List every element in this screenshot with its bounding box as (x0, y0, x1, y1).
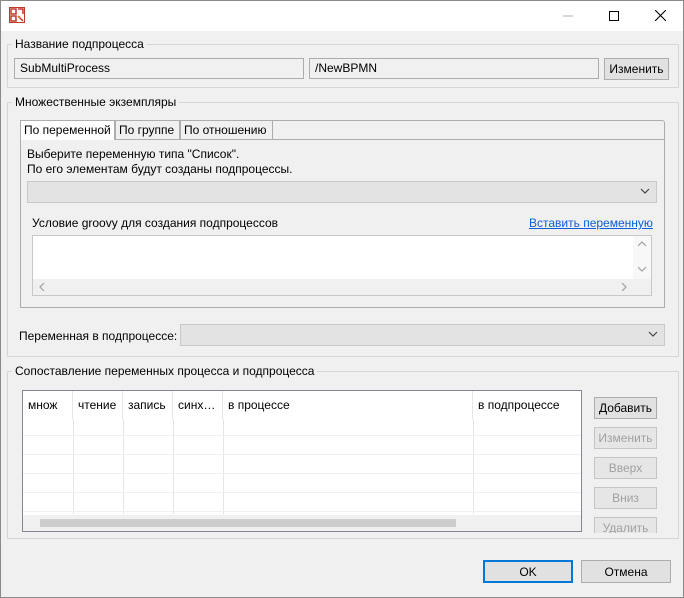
maximize-icon (609, 10, 619, 21)
column-header-in-process[interactable]: в процессе (223, 391, 473, 419)
column-header-write[interactable]: запись (123, 391, 173, 419)
column-divider (123, 419, 124, 514)
delete-mapping-button[interactable]: Удалить (594, 517, 657, 533)
vertical-scrollbar[interactable] (633, 236, 651, 279)
scroll-up-icon[interactable] (638, 241, 646, 247)
insert-variable-link[interactable]: Вставить переменную (529, 216, 653, 230)
change-subprocess-button[interactable]: Изменить (604, 58, 669, 80)
subprocess-name-title: Название подпроцесса (12, 37, 147, 51)
scroll-right-icon[interactable] (621, 283, 627, 291)
maximize-button[interactable] (591, 1, 637, 30)
column-divider (473, 419, 474, 514)
column-header-multiple[interactable]: множ (23, 391, 73, 419)
close-button[interactable] (637, 1, 683, 30)
subprocess-name-field[interactable]: SubMultiProcess (14, 58, 304, 79)
column-divider (173, 419, 174, 514)
table-horizontal-scrollbar[interactable] (23, 515, 581, 531)
instruction-line-2: По его элементам будут созданы подпроцес… (27, 162, 293, 176)
chevron-down-icon (640, 188, 650, 194)
row-divider (23, 473, 581, 474)
tab-by-relation[interactable]: По отношению (180, 120, 273, 139)
column-header-sync[interactable]: синх… (173, 391, 223, 419)
column-divider (223, 419, 224, 514)
app-logo-icon (9, 7, 25, 23)
groovy-condition-label: Условие groovy для создания подпроцессов (32, 216, 279, 230)
tab-by-variable[interactable]: По переменной (20, 120, 115, 140)
chevron-down-icon (648, 331, 658, 337)
move-up-button[interactable]: Вверх (594, 457, 657, 479)
mapping-title: Сопоставление переменных процесса и подп… (12, 364, 318, 378)
horizontal-scrollbar[interactable] (33, 279, 651, 295)
row-divider (23, 511, 581, 512)
minimize-button[interactable] (545, 1, 591, 30)
subprocess-variable-combo[interactable] (180, 324, 665, 346)
tab-by-group[interactable]: По группе (115, 120, 180, 139)
ok-button[interactable]: OK (483, 560, 573, 583)
groovy-condition-editor[interactable] (32, 235, 652, 296)
delete-button-clip: Удалить (594, 517, 657, 533)
edit-mapping-button[interactable]: Изменить (594, 427, 657, 449)
subprocess-variable-label: Переменная в подпроцессе: (19, 329, 178, 343)
list-variable-combo[interactable] (27, 181, 657, 203)
row-divider (23, 492, 581, 493)
tab-strip-line (273, 120, 665, 139)
subprocess-path-field[interactable]: /NewBPMN (309, 58, 599, 79)
row-divider (23, 454, 581, 455)
column-header-read[interactable]: чтение (73, 391, 123, 419)
close-icon (654, 10, 666, 21)
mapping-table[interactable]: множ чтение запись синх… в процессе в по… (22, 390, 582, 532)
instruction-line-1: Выберите переменную типа "Список". (27, 147, 240, 161)
column-header-in-subprocess[interactable]: в подпроцессе (473, 391, 581, 419)
multiple-instances-title: Множественные экземпляры (12, 95, 180, 109)
scroll-down-icon[interactable] (638, 266, 646, 272)
column-divider (73, 419, 74, 514)
move-down-button[interactable]: Вниз (594, 487, 657, 509)
minimize-icon (563, 15, 573, 16)
row-divider (23, 435, 581, 436)
add-mapping-button[interactable]: Добавить (594, 397, 657, 419)
cancel-button[interactable]: Отмена (581, 560, 671, 583)
scroll-left-icon[interactable] (39, 283, 45, 291)
scrollbar-thumb[interactable] (40, 519, 456, 527)
